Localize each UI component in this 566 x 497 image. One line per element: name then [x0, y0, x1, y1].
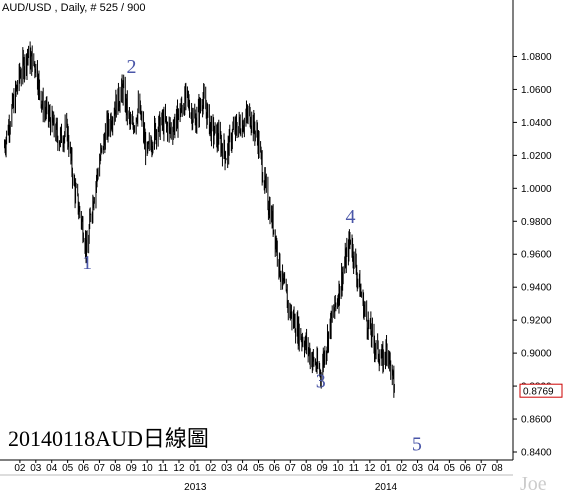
x-tick-label: 10	[332, 463, 344, 474]
x-tick-label: 09	[317, 463, 329, 474]
last-price-label: 0.8769	[523, 387, 554, 398]
x-tick-label: 11	[349, 463, 360, 474]
price-chart: AUD/USD , Daily, # 525 / 900 1.0800 1.060…	[0, 0, 563, 495]
y-tick-label: 1.0800	[521, 52, 552, 63]
x-tick-label: 08	[492, 463, 504, 474]
y-tick-label: 0.9800	[521, 217, 552, 228]
x-tick-label: 03	[221, 463, 233, 474]
x-tick-label: 04	[428, 463, 440, 474]
x-tick-label: 10	[142, 463, 154, 474]
x-tick-label: 01	[380, 463, 392, 474]
year-label: 2013	[184, 482, 207, 493]
x-tick-label: 05	[444, 463, 456, 474]
x-tick-label: 06	[460, 463, 472, 474]
y-tick-label: 0.8600	[521, 415, 552, 426]
x-tick-label: 04	[237, 463, 249, 474]
y-tick-label: 1.0200	[521, 151, 552, 162]
x-tick-label: 06	[78, 463, 90, 474]
watermark: Joe	[520, 473, 547, 495]
x-tick-label: 05	[62, 463, 74, 474]
x-tick-label: 08	[110, 463, 122, 474]
x-tick-label: 03	[412, 463, 424, 474]
x-tick-label: 07	[94, 463, 106, 474]
y-tick-label: 0.9600	[521, 250, 552, 261]
x-tick-label: 02	[396, 463, 408, 474]
x-tick-label: 02	[14, 463, 26, 474]
year-label: 2014	[375, 482, 398, 493]
x-axis-ticks: 02 03 04 05 06 07 08 09 10 11 12 01 02 03 04 05 06 07 08 09…	[14, 460, 503, 474]
x-tick-label: 06	[269, 463, 281, 474]
x-tick-label: 09	[126, 463, 138, 474]
x-tick-label: 02	[205, 463, 217, 474]
wave-label-3: 3	[316, 371, 326, 393]
y-tick-label: 1.0600	[521, 85, 552, 96]
chart-title: AUD/USD , Daily, # 525 / 900	[2, 2, 145, 14]
y-tick-label: 1.0000	[521, 184, 552, 195]
chart-annotation: 20140118AUD日線圖	[8, 426, 209, 451]
plot-area	[0, 17, 513, 460]
y-tick-label: 0.9400	[521, 283, 552, 294]
chart-frame: AUD/USD , Daily, # 525 / 900 1.0800 1.060…	[0, 0, 566, 497]
wave-label-4: 4	[345, 206, 355, 228]
last-price-box: 0.8769	[519, 383, 563, 398]
x-tick-label: 07	[285, 463, 297, 474]
y-tick-label: 0.9000	[521, 349, 552, 360]
y-tick-label: 0.9200	[521, 316, 552, 327]
x-tick-label: 04	[46, 463, 58, 474]
y-tick-label: 0.8400	[521, 448, 552, 459]
x-tick-label: 11	[158, 463, 169, 474]
x-tick-label: 08	[301, 463, 313, 474]
x-tick-label: 05	[253, 463, 265, 474]
x-tick-label: 07	[476, 463, 488, 474]
x-tick-label: 03	[30, 463, 42, 474]
y-tick-label: 1.0400	[521, 118, 552, 129]
year-labels: 2013 2014	[184, 482, 397, 493]
x-tick-label: 12	[364, 463, 376, 474]
x-tick-label: 01	[189, 463, 201, 474]
wave-label-5: 5	[412, 433, 422, 455]
wave-label-1: 1	[82, 252, 92, 274]
x-tick-label: 12	[173, 463, 185, 474]
wave-label-2: 2	[127, 56, 137, 78]
